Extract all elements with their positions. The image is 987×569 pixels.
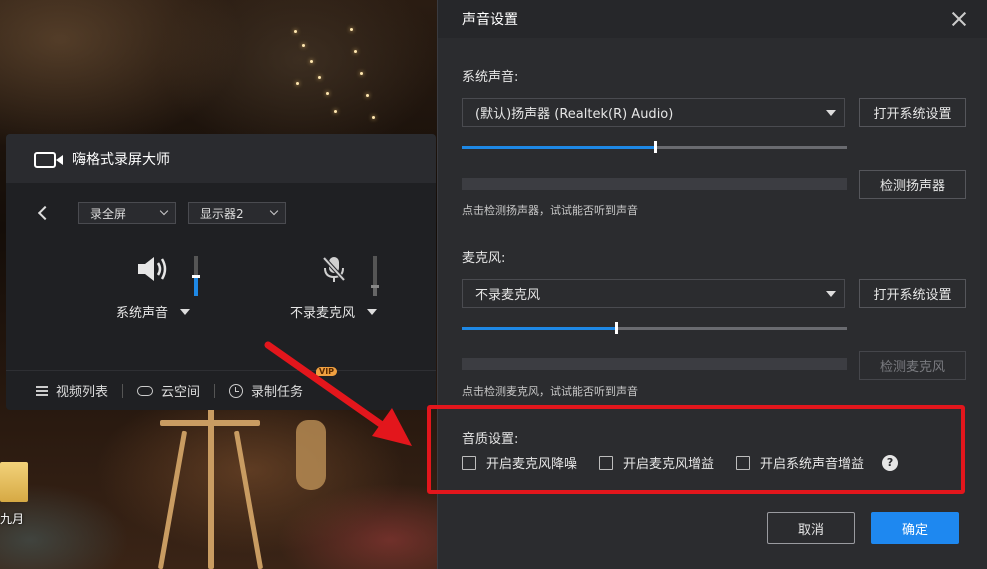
test-microphone-button[interactable]: 检测麦克风 [859, 351, 966, 380]
caret-down-icon [826, 290, 836, 297]
system-audio-label: 系统声音 [116, 306, 169, 321]
video-list-button[interactable]: 视频列表 [36, 381, 108, 400]
chevron-down-icon [159, 206, 169, 216]
microphone-device-value: 不录麦克风 [475, 288, 541, 303]
microphone-volume-slider[interactable] [371, 256, 379, 296]
back-arrow-icon[interactable] [37, 205, 53, 221]
dialog-title: 声音设置 [462, 12, 518, 28]
display-select[interactable]: 显示器2 [188, 202, 286, 224]
speaker-device-dropdown[interactable]: (默认)扬声器 (Realtek(R) Audio) [462, 98, 845, 127]
clock-icon [229, 383, 244, 398]
divider [214, 383, 216, 398]
microphone-label: 不录麦克风 [290, 306, 356, 321]
record-mode-value: 录全屏 [90, 206, 127, 221]
microphone-label: 麦克风: [462, 251, 506, 266]
speaker-level-meter [462, 178, 847, 190]
app-title: 嗨格式录屏大师 [72, 151, 170, 168]
speaker-device-value: (默认)扬声器 (Realtek(R) Audio) [475, 107, 674, 122]
recorder-bottom-bar: 视频列表 云空间 录制任务 VIP [6, 367, 436, 410]
record-mode-select[interactable]: 录全屏 [78, 202, 176, 224]
cancel-button[interactable]: 取消 [767, 512, 855, 544]
caret-down-icon [826, 109, 836, 116]
recorder-titlebar: 嗨格式录屏大师 [6, 134, 436, 183]
speaker-hint: 点击检测扬声器，试试能否听到声音 [462, 204, 638, 217]
cloud-icon [137, 385, 154, 396]
highlight-annotation-box [427, 405, 965, 494]
recorder-window: 嗨格式录屏大师 录全屏 显示器2 系统声音 不录麦克风 视频列表 云空间 录制任… [6, 134, 436, 410]
open-system-settings-button[interactable]: 打开系统设置 [859, 98, 966, 127]
folder-icon[interactable] [0, 462, 28, 502]
test-speaker-button[interactable]: 检测扬声器 [859, 170, 966, 199]
microphone-muted-icon[interactable] [316, 254, 352, 284]
guitar-image [296, 420, 326, 490]
cloud-space-label: 云空间 [161, 385, 201, 400]
microphone-device-dropdown[interactable]: 不录麦克风 [462, 279, 845, 308]
system-audio-control: 系统声音 [116, 254, 191, 321]
cloud-space-button[interactable]: 云空间 [137, 381, 200, 400]
ok-button[interactable]: 确定 [871, 512, 959, 544]
record-task-label: 录制任务 [251, 385, 304, 400]
system-audio-volume-slider[interactable] [192, 256, 200, 296]
microphone-control: 不录麦克风 [290, 254, 378, 321]
microphone-volume-slider[interactable] [462, 322, 847, 334]
camera-icon [34, 149, 64, 169]
divider [122, 383, 124, 398]
microphone-hint: 点击检测麦克风，试试能否听到声音 [462, 385, 638, 398]
dialog-header: 声音设置 [438, 0, 987, 38]
desktop-file-label[interactable]: 九月 [0, 510, 24, 527]
caret-down-icon[interactable] [367, 308, 378, 315]
open-mic-system-settings-button[interactable]: 打开系统设置 [859, 279, 966, 308]
string-lights [290, 20, 380, 140]
speaker-volume-slider[interactable] [462, 141, 847, 153]
record-task-button[interactable]: 录制任务 [229, 381, 303, 400]
display-value: 显示器2 [200, 206, 244, 221]
easel-image [150, 400, 270, 569]
list-icon [36, 385, 48, 396]
caret-down-icon[interactable] [180, 308, 191, 315]
video-list-label: 视频列表 [56, 385, 109, 400]
speaker-icon[interactable] [135, 254, 171, 284]
chevron-down-icon [269, 206, 279, 216]
close-icon[interactable] [951, 11, 967, 27]
vip-badge: VIP [316, 367, 338, 376]
microphone-level-meter [462, 358, 847, 370]
system-sound-label: 系统声音: [462, 70, 519, 85]
